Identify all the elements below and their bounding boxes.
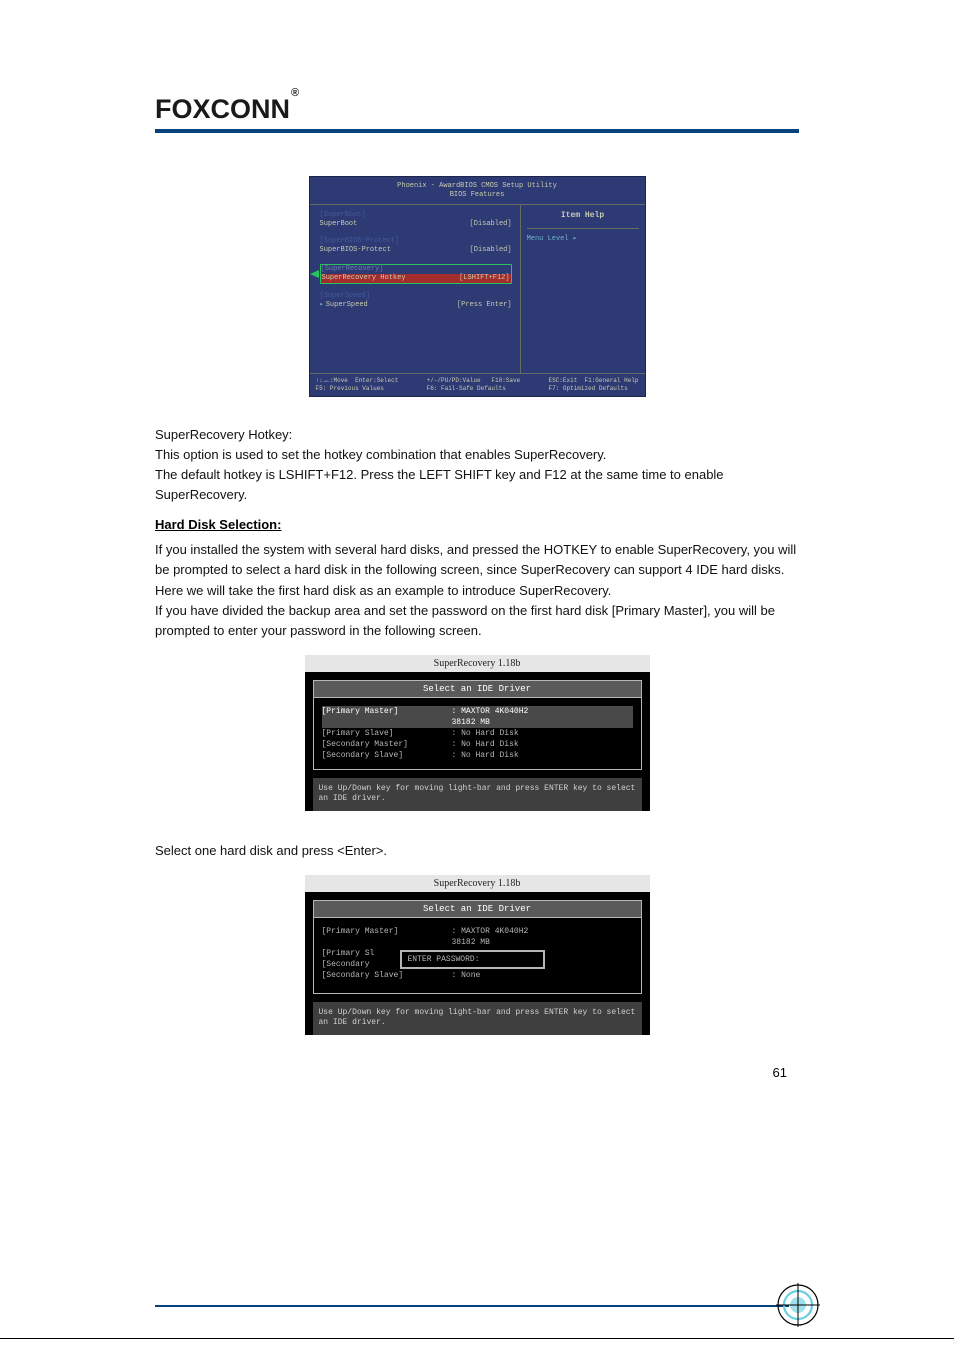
bios-screenshot: Phoenix - AwardBIOS CMOS Setup Utility B… — [309, 176, 646, 397]
footer-decoration — [0, 1283, 954, 1339]
sr2-hint: Use Up/Down key for moving light-bar and… — [313, 1002, 642, 1035]
password-prompt-label: ENTER PASSWORD: — [408, 955, 480, 964]
ide-row-primary-master: [Primary Master] : MAXTOR 4K040H2 — [322, 926, 633, 937]
sr2-panel: Select an IDE Driver [Primary Master] : … — [313, 900, 642, 994]
bios-item-value: [Disabled] — [464, 220, 512, 229]
ide-row-sub: 38182 MB — [322, 937, 633, 948]
bios-footer-col3: ESC:Exit F1:General Help F7: Optimized D… — [548, 377, 638, 393]
bios-right-divider — [527, 228, 639, 229]
bios-group-cat: [SuperBoot] — [320, 211, 512, 220]
submenu-arrow-icon: ▸ — [320, 301, 324, 310]
hard-disk-body: If you installed the system with several… — [155, 540, 799, 641]
brand-logo: FOXCONN® — [155, 94, 799, 125]
bios-item-label: SuperSpeed — [326, 301, 451, 310]
ide-row-secondary-master: [Secondary Master] : No Hard Disk — [322, 739, 633, 750]
bios-item-value: [Disabled] — [464, 246, 512, 255]
registered-mark: ® — [291, 87, 299, 99]
green-arrow-icon — [310, 270, 319, 278]
page-number: 61 — [155, 1065, 799, 1080]
bios-item-label: SuperBIOS-Protect — [320, 246, 464, 255]
ide-row-sub: 38182 MB — [452, 938, 633, 947]
section-hard-disk-selection: Hard Disk Selection: — [155, 517, 799, 532]
bios-item-label: SuperBoot — [320, 220, 464, 229]
ide-row-primary-master-sub: 38182 MB — [322, 717, 633, 728]
bios-group-superrecovery: [SuperRecovery] SuperRecovery Hotkey [LS… — [320, 264, 512, 284]
bios-item-help-title: Item Help — [527, 211, 639, 225]
ide-row-label: [Primary Master] — [322, 927, 452, 936]
ide-row-label: [Secondary Master] — [322, 740, 452, 749]
ide-row-value: : None — [452, 971, 633, 980]
bios-title-2: BIOS Features — [310, 191, 645, 200]
sr1-ide-list: [Primary Master] : MAXTOR 4K040H2 38182 … — [314, 698, 641, 763]
bios-left-panel: [SuperBoot] SuperBoot [Disabled] [SuperB… — [310, 205, 521, 373]
ide-row-value: : MAXTOR 4K040H2 — [452, 927, 633, 936]
bios-footer: ↑↓→←:Move Enter:Select F5: Previous Valu… — [310, 373, 645, 396]
bios-item-value: [LSHIFT+F12] — [453, 274, 509, 283]
ide-row-secondary-slave: [Secondary Slave] : No Hard Disk — [322, 750, 633, 761]
bios-group-superbiosprotect: [SuperBIOS-Protect] SuperBIOS-Protect [D… — [320, 237, 512, 255]
sr1-panel: Select an IDE Driver [Primary Master] : … — [313, 680, 642, 770]
sr2-titlebar: SuperRecovery 1.18b — [305, 875, 650, 892]
ide-row-sub-spacer — [322, 718, 452, 727]
bios-right-panel: Item Help Menu Level ▸ — [521, 205, 645, 373]
select-instruction: Select one hard disk and press <Enter>. — [155, 841, 799, 861]
ide-row-sub: 38182 MB — [452, 718, 633, 727]
bios-header: Phoenix - AwardBIOS CMOS Setup Utility B… — [310, 177, 645, 204]
footer-target-icon — [776, 1283, 820, 1327]
bios-footer-col1: ↑↓→←:Move Enter:Select F5: Previous Valu… — [316, 377, 399, 393]
bios-group-superboot: [SuperBoot] SuperBoot [Disabled] — [320, 211, 512, 229]
bios-footer-col2: +/-/PU/PD:Value F10:Save F6: Fail-Safe D… — [427, 377, 521, 393]
footer-rule-blue — [155, 1305, 789, 1307]
bios-group-cat: [SuperRecovery] — [321, 265, 511, 274]
ide-row-label: [Primary Slave] — [322, 729, 452, 738]
sr1-titlebar: SuperRecovery 1.18b — [305, 655, 650, 672]
brand-text: FOXCONN — [155, 94, 290, 124]
ide-row-sub-spacer — [322, 938, 452, 947]
sr1-hint: Use Up/Down key for moving light-bar and… — [313, 778, 642, 811]
password-prompt-box: ENTER PASSWORD: — [400, 950, 545, 969]
ide-row-value: : MAXTOR 4K040H2 — [452, 707, 633, 716]
bios-menu-level: Menu Level ▸ — [527, 235, 639, 244]
hotkey-paragraph: SuperRecovery Hotkey: This option is use… — [155, 425, 799, 506]
ide-row-primary-master: [Primary Master] : MAXTOR 4K040H2 — [322, 706, 633, 717]
ide-row-value: : No Hard Disk — [452, 751, 633, 760]
superrecovery-screenshot-2: SuperRecovery 1.18b Select an IDE Driver… — [305, 875, 650, 1035]
ide-row-primary-slave: [Primary Slave] : No Hard Disk — [322, 728, 633, 739]
ide-row-label: [Secondary Slave] — [322, 751, 452, 760]
ide-row-value: : No Hard Disk — [452, 729, 633, 738]
bios-group-cat: [SuperBIOS-Protect] — [320, 237, 512, 246]
ide-row-value: : No Hard Disk — [452, 740, 633, 749]
bios-group-superspeed: [SuperSpeed] ▸ SuperSpeed [Press Enter] — [320, 292, 512, 310]
sr1-box-title: Select an IDE Driver — [314, 681, 641, 698]
ide-row-label: [Primary Master] — [322, 707, 452, 716]
superrecovery-screenshot-1: SuperRecovery 1.18b Select an IDE Driver… — [305, 655, 650, 811]
bios-item-label: SuperRecovery Hotkey — [322, 274, 454, 283]
bios-highlight-box: [SuperRecovery] SuperRecovery Hotkey [LS… — [320, 264, 512, 284]
ide-row-label: [Secondary Slave] — [322, 971, 452, 980]
footer-rule-black — [0, 1338, 954, 1339]
bios-title-1: Phoenix - AwardBIOS CMOS Setup Utility — [310, 182, 645, 191]
sr2-box-title: Select an IDE Driver — [314, 901, 641, 918]
bios-group-cat: [SuperSpeed] — [320, 292, 512, 301]
bios-item-value: [Press Enter] — [451, 301, 512, 310]
ide-row-secondary-slave: [Secondary Slave] : None — [322, 970, 633, 981]
header-rule-thin — [155, 132, 799, 133]
